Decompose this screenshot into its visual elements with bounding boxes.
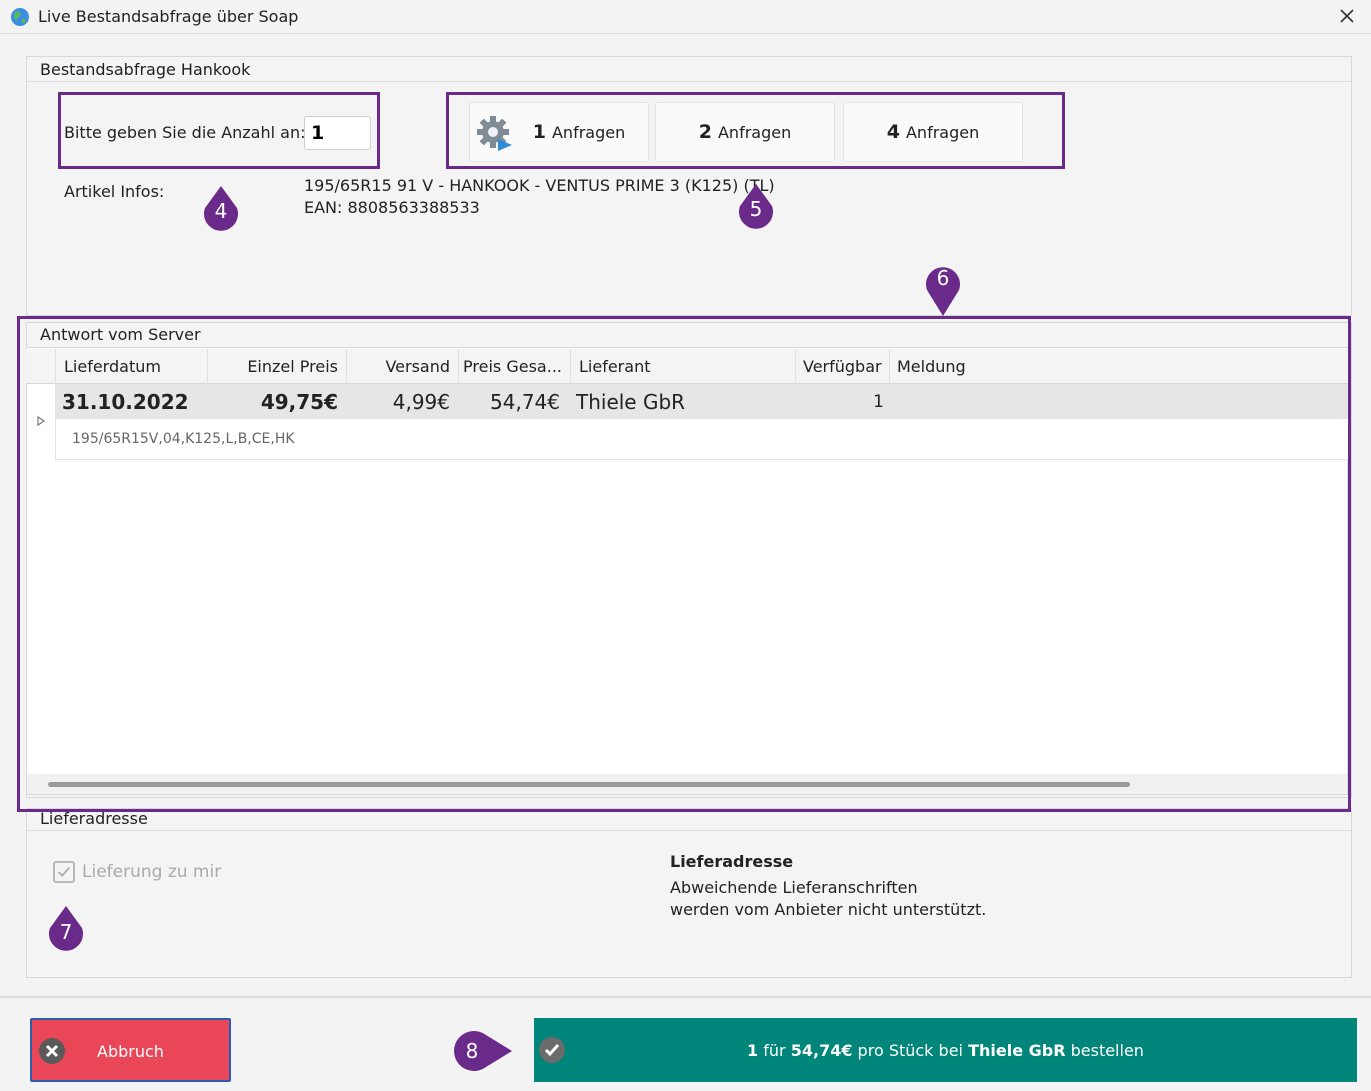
col-einzelpreis[interactable]: Einzel Preis [208,349,347,384]
address-group-header: Lieferadresse [40,809,148,828]
col-versand[interactable]: Versand [347,349,459,384]
artikel-ean: EAN: 8808563388533 [304,198,480,217]
request-4-label: Anfragen [905,122,980,142]
col-verfuegbar[interactable]: Verfügbar [796,349,890,384]
cell-versand: 4,99€ [392,390,450,414]
divider [0,996,1371,998]
cell-einzelpreis: 49,75€ [260,390,338,414]
order-label: 1 für 54,74€ pro Stück bei Thiele GbR be… [534,1041,1357,1060]
request-2-label: Anfragen [717,122,792,142]
expand-row-icon[interactable] [36,414,46,428]
window-title: Live Bestandsabfrage über Soap [38,7,299,26]
globe-icon [11,8,29,26]
row-detail: 195/65R15V,04,K125,L,B,CE,HK [56,419,1348,460]
order-text: bestellen [1065,1041,1144,1060]
query-group-header: Bestandsabfrage Hankook [40,60,251,79]
anzahl-label: Bitte geben Sie die Anzahl an: [64,123,306,142]
table-row[interactable]: 31.10.2022 49,75€ 4,99€ 54,74€ Thiele Gb… [56,384,1348,419]
cancel-button[interactable]: Abbruch [30,1018,231,1082]
close-icon[interactable] [1336,5,1358,27]
order-text: für [758,1041,791,1060]
lieferung-checkbox[interactable] [53,861,75,883]
divider [27,830,1351,831]
lieferung-label: Lieferung zu mir [82,862,222,882]
gear-icon [477,116,512,151]
marker-5: 5 [736,184,776,234]
cell-lieferdatum: 31.10.2022 [62,390,189,414]
address-note-line1: Abweichende Lieferanschriften [670,878,918,897]
cancel-label: Abbruch [97,1042,164,1061]
order-supplier: Thiele GbR [968,1041,1066,1060]
server-group-header: Antwort vom Server [40,325,201,344]
address-title: Lieferadresse [670,852,794,871]
request-2-num: 2 [698,121,712,143]
col-meldung[interactable]: Meldung [890,349,1348,384]
marker-7: 7 [46,906,86,956]
order-price: 54,74€ [790,1041,853,1060]
marker-number: 6 [936,266,950,290]
grid-header-gutter [26,349,56,384]
marker-6: 6 [923,254,963,316]
artikel-label: Artikel Infos: [64,182,165,201]
request-1-label: Anfragen [551,122,626,142]
grid-header: Lieferdatum Einzel Preis Versand Preis G… [26,349,1348,384]
order-text: pro Stück bei [852,1041,969,1060]
check-icon [58,866,70,877]
marker-8: 8 [446,1030,512,1072]
cell-lieferant: Thiele GbR [576,390,686,414]
marker-number: 8 [465,1039,479,1063]
anzahl-input[interactable] [304,116,371,150]
order-button[interactable]: 1 für 54,74€ pro Stück bei Thiele GbR be… [534,1018,1357,1082]
request-4-num: 4 [886,121,900,143]
col-lieferant[interactable]: Lieferant [571,349,796,384]
cell-gesamt: 54,74€ [490,390,560,414]
marker-number: 7 [59,920,73,944]
marker-number: 5 [749,197,763,221]
artikel-description: 195/65R15 91 V - HANKOOK - VENTUS PRIME … [304,176,775,195]
row-detail-text: 195/65R15V,04,K125,L,B,CE,HK [72,431,295,447]
order-qty: 1 [747,1041,759,1060]
marker-number: 4 [214,199,228,223]
col-gesamt[interactable]: Preis Gesa... [459,349,571,384]
request-1-button[interactable]: 1 Anfragen [469,102,649,162]
address-note-line2: werden vom Anbieter nicht unterstützt. [670,900,987,919]
request-2-button[interactable]: 2 Anfragen [655,102,835,162]
col-lieferdatum[interactable]: Lieferdatum [56,349,208,384]
marker-4: 4 [201,186,241,236]
scrollbar-thumb[interactable] [48,782,1130,787]
cell-verfuegbar: 1 [873,392,884,412]
request-1-num: 1 [532,121,546,143]
divider [27,81,1351,82]
request-4-button[interactable]: 4 Anfragen [843,102,1023,162]
